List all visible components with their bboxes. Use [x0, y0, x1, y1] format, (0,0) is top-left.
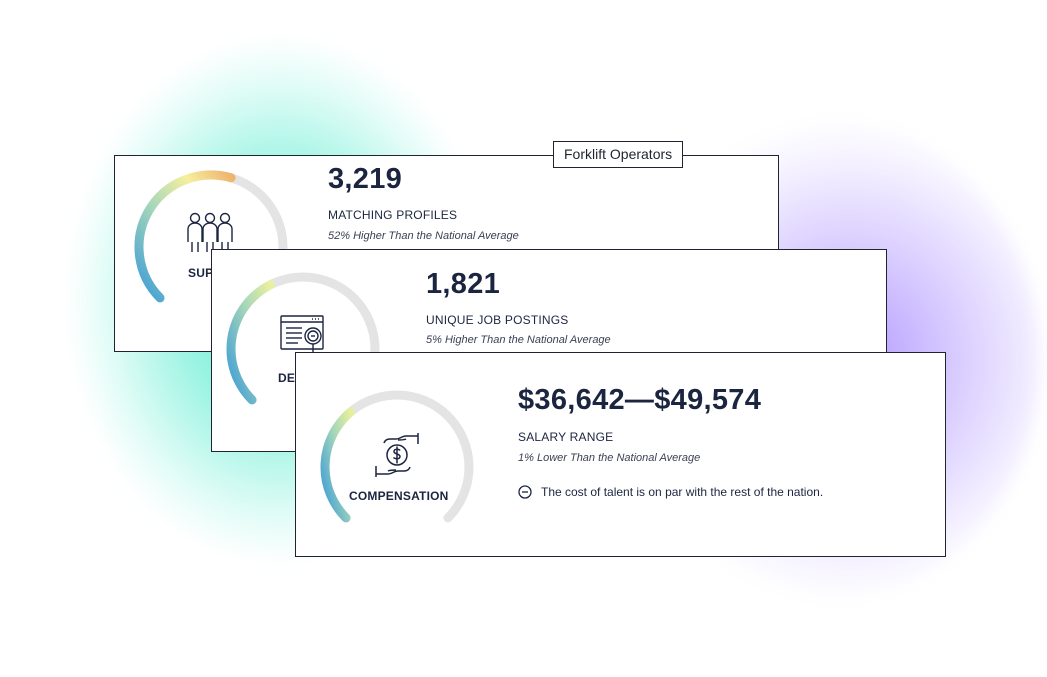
- compensation-note-text: The cost of talent is on par with the re…: [541, 485, 824, 499]
- salary-range-label: SALARY RANGE: [518, 430, 614, 444]
- compensation-comparison: 1% Lower Than the National Average: [518, 452, 701, 464]
- matching-profiles-label: MATCHING PROFILES: [328, 208, 458, 222]
- supply-comparison: 52% Higher Than the National Average: [328, 230, 519, 242]
- compensation-card: COMPENSATION $36,642—$49,574 SALARY RANG…: [295, 352, 946, 557]
- job-postings-label: UNIQUE JOB POSTINGS: [426, 313, 569, 327]
- salary-range-value: $36,642—$49,574: [518, 384, 762, 416]
- gauge-category-label: COMPENSATION: [349, 489, 449, 503]
- minus-circle-icon: [518, 485, 532, 499]
- matching-profiles-value: 3,219: [328, 163, 403, 195]
- occupation-tag: Forklift Operators: [553, 141, 684, 168]
- money-hands-icon: [371, 431, 423, 484]
- job-postings-value: 1,821: [426, 268, 501, 300]
- compensation-note: The cost of talent is on par with the re…: [518, 485, 823, 499]
- demand-comparison: 5% Higher Than the National Average: [426, 334, 611, 346]
